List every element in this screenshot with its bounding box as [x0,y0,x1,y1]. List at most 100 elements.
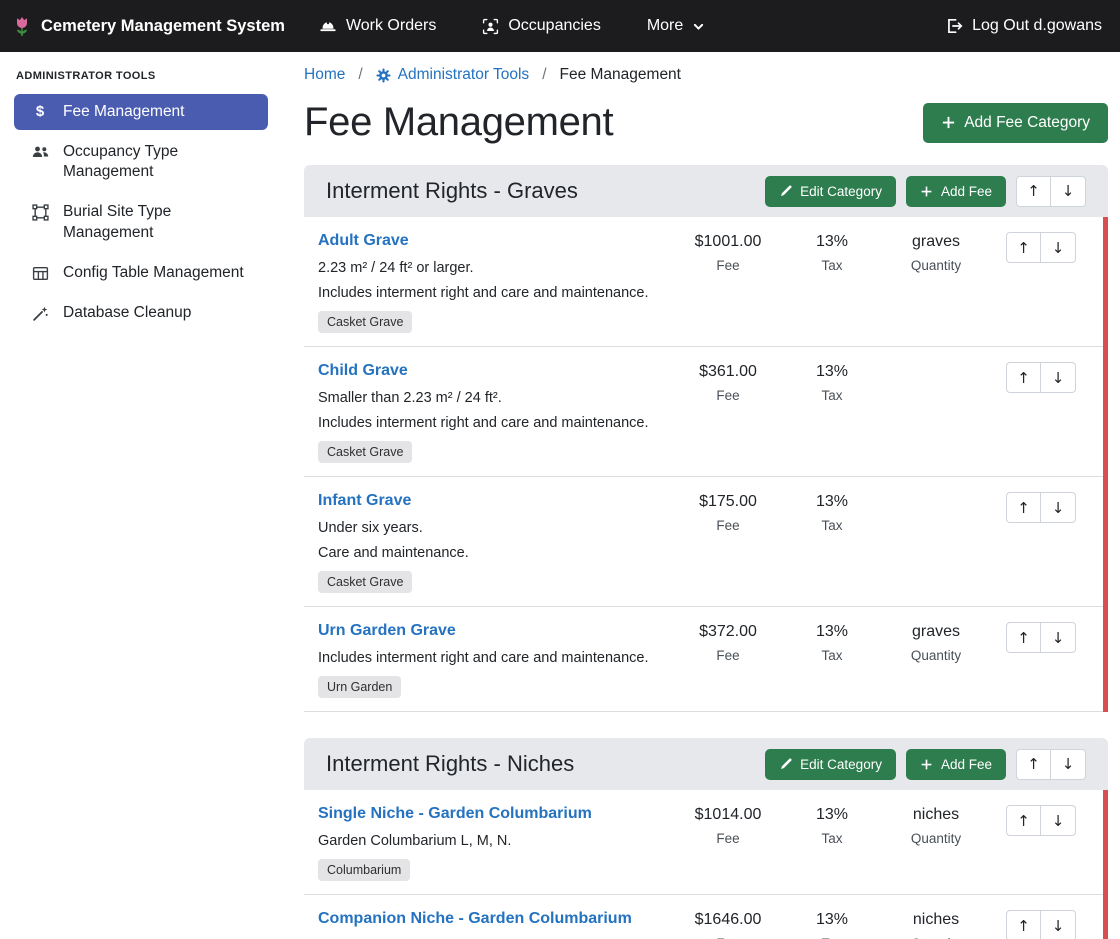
edit-category-label: Edit Category [800,757,882,772]
move-fee-down-button[interactable]: ↓ [1041,910,1076,939]
move-category-down-button[interactable]: ↓ [1051,749,1086,780]
move-fee-up-button[interactable]: ↑ [1006,910,1041,939]
table-icon [30,265,50,282]
sidebar-item-occupancy-type-management[interactable]: Occupancy Type Management [14,134,268,190]
quantity-unit: graves [884,233,988,251]
breadcrumb-home-link[interactable]: Home [304,66,345,84]
fee-name-link[interactable]: Child Grave [318,362,408,380]
tax-label: Tax [780,388,884,403]
edit-category-button[interactable]: Edit Category [765,749,896,780]
fee-category-card: Interment Rights - Graves Edit Category … [304,165,1108,712]
tax-amount: 13% [780,363,884,381]
occupancy-icon [482,18,499,35]
move-fee-up-button[interactable]: ↑ [1006,622,1041,653]
hard-hat-icon [319,17,337,35]
move-fee-up-button[interactable]: ↑ [1006,805,1041,836]
quantity-label: Quantity [884,258,988,273]
fee-move-controls: ↑ ↓ [994,232,1088,263]
vector-square-icon [30,204,50,221]
nav-occupancies[interactable]: Occupancies [482,17,601,35]
tax-amount: 13% [780,806,884,824]
fee-move-controls: ↑ ↓ [994,622,1088,653]
quantity-cell: graves Quantity [884,232,988,273]
fee-row: Companion Niche - Garden Columbarium Gar… [304,895,1108,939]
page-title: Fee Management [304,100,613,145]
fee-desc-1: Garden Columbarium L, M, N. [318,833,666,849]
plus-icon [920,758,933,771]
move-fee-down-button[interactable]: ↓ [1041,362,1076,393]
category-actions: Edit Category Add Fee ↑ ↓ [765,176,1086,207]
fee-name-link[interactable]: Urn Garden Grave [318,622,456,640]
app-brand[interactable]: Cemetery Management System [12,15,285,37]
add-fee-label: Add Fee [941,757,992,772]
fee-amount: $175.00 [676,493,780,511]
add-fee-button[interactable]: Add Fee [906,176,1006,207]
fee-amount: $1001.00 [676,233,780,251]
fee-cell: $361.00 Fee [676,362,780,403]
fee-label: Fee [676,518,780,533]
add-fee-label: Add Fee [941,184,992,199]
fee-name-link[interactable]: Adult Grave [318,232,409,250]
plus-icon [941,115,956,130]
people-icon [30,144,50,160]
sidebar-item-label: Database Cleanup [63,303,191,323]
move-fee-up-button[interactable]: ↑ [1006,232,1041,263]
fee-name-link[interactable]: Single Niche - Garden Columbarium [318,805,592,823]
edit-category-label: Edit Category [800,184,882,199]
quantity-cell: niches Quantity [884,805,988,846]
quantity-cell: graves Quantity [884,622,988,663]
tulip-logo-icon [12,15,32,37]
quantity-cell: niches Quantity [884,910,988,939]
quantity-unit: graves [884,623,988,641]
logout-icon [945,17,963,35]
fee-label: Fee [676,388,780,403]
app-title: Cemetery Management System [41,17,285,36]
move-fee-down-button[interactable]: ↓ [1041,232,1076,263]
breadcrumb-current: Fee Management [560,66,682,84]
sidebar-item-burial-site-type-management[interactable]: Burial Site Type Management [14,194,268,250]
category-header: Interment Rights - Graves Edit Category … [304,165,1108,217]
fee-amount: $372.00 [676,623,780,641]
magic-wand-icon [30,305,50,322]
tax-label: Tax [780,831,884,846]
move-category-up-button[interactable]: ↑ [1016,749,1051,780]
move-fee-down-button[interactable]: ↓ [1041,805,1076,836]
move-category-up-button[interactable]: ↑ [1016,176,1051,207]
nav-occupancies-label: Occupancies [508,17,601,35]
nav-more[interactable]: More [647,17,705,35]
add-fee-category-button[interactable]: Add Fee Category [923,103,1108,143]
breadcrumb-admin-tools-label: Administrator Tools [398,66,530,84]
edit-category-button[interactable]: Edit Category [765,176,896,207]
add-fee-button[interactable]: Add Fee [906,749,1006,780]
fee-cell: $1001.00 Fee [676,232,780,273]
fee-label: Fee [676,831,780,846]
sidebar-item-fee-management[interactable]: $ Fee Management [14,94,268,130]
plus-icon [920,185,933,198]
category-list: Interment Rights - Graves Edit Category … [304,165,1108,939]
nav-work-orders[interactable]: Work Orders [319,17,436,35]
move-fee-down-button[interactable]: ↓ [1041,492,1076,523]
fee-badge: Casket Grave [318,441,412,463]
category-title: Interment Rights - Niches [326,751,574,777]
sidebar-item-config-table-management[interactable]: Config Table Management [14,255,268,291]
fee-name-link[interactable]: Infant Grave [318,492,411,510]
move-fee-up-button[interactable]: ↑ [1006,362,1041,393]
fee-amount: $1014.00 [676,806,780,824]
move-fee-down-button[interactable]: ↓ [1041,622,1076,653]
quantity-label: Quantity [884,648,988,663]
fee-name-link[interactable]: Companion Niche - Garden Columbarium [318,910,632,928]
fee-amount: $1646.00 [676,911,780,929]
category-title: Interment Rights - Graves [326,178,578,204]
breadcrumb-admin-tools-link[interactable]: Administrator Tools [376,66,530,84]
top-navbar: Cemetery Management System Work Orders [0,0,1120,52]
fee-desc-1: Smaller than 2.23 m² / 24 ft². [318,390,666,406]
move-category-down-button[interactable]: ↓ [1051,176,1086,207]
fee-desc-1: Under six years. [318,520,666,536]
fee-badge: Casket Grave [318,311,412,333]
move-fee-up-button[interactable]: ↑ [1006,492,1041,523]
tax-cell: 13% Tax [780,622,884,663]
fee-row: Adult Grave 2.23 m² / 24 ft² or larger. … [304,217,1108,347]
fee-cell: $372.00 Fee [676,622,780,663]
sidebar-item-database-cleanup[interactable]: Database Cleanup [14,295,268,331]
logout-button[interactable]: Log Out d.gowans [945,17,1102,35]
